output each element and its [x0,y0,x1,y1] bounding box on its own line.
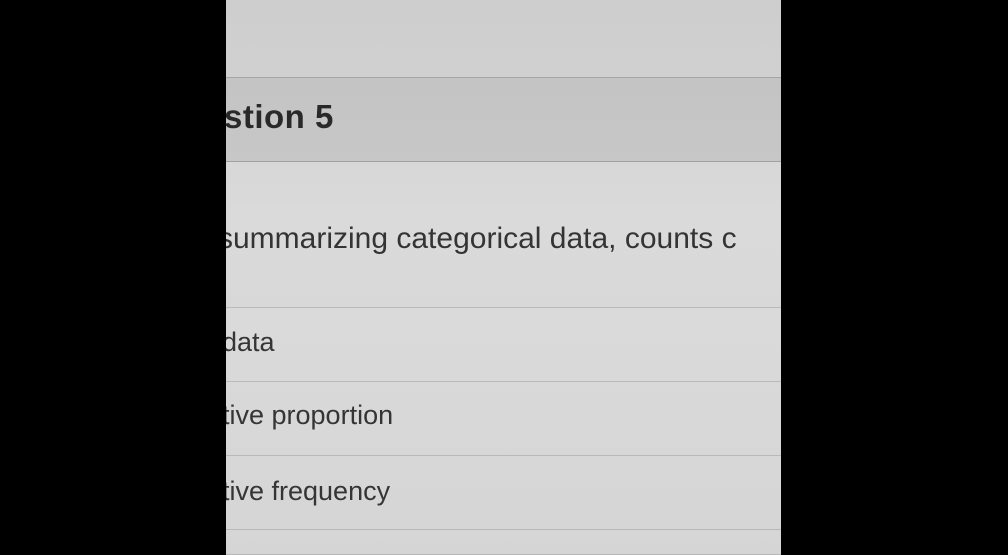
question-text: summarizing categorical data, counts c [226,222,737,255]
answer-option-1-label[interactable]: data [226,327,275,358]
quiz-page: stion 5 summarizing categorical data, co… [226,0,781,555]
answer-option-1[interactable] [226,308,781,382]
screenshot-stage: stion 5 summarizing categorical data, co… [0,0,1008,555]
question-title: stion 5 [226,98,334,135]
top-strip [226,0,781,78]
answer-option-3-label[interactable]: tive frequency [226,476,390,507]
answer-option-4[interactable] [226,530,781,555]
answer-option-2-label[interactable]: tive proportion [226,400,393,431]
